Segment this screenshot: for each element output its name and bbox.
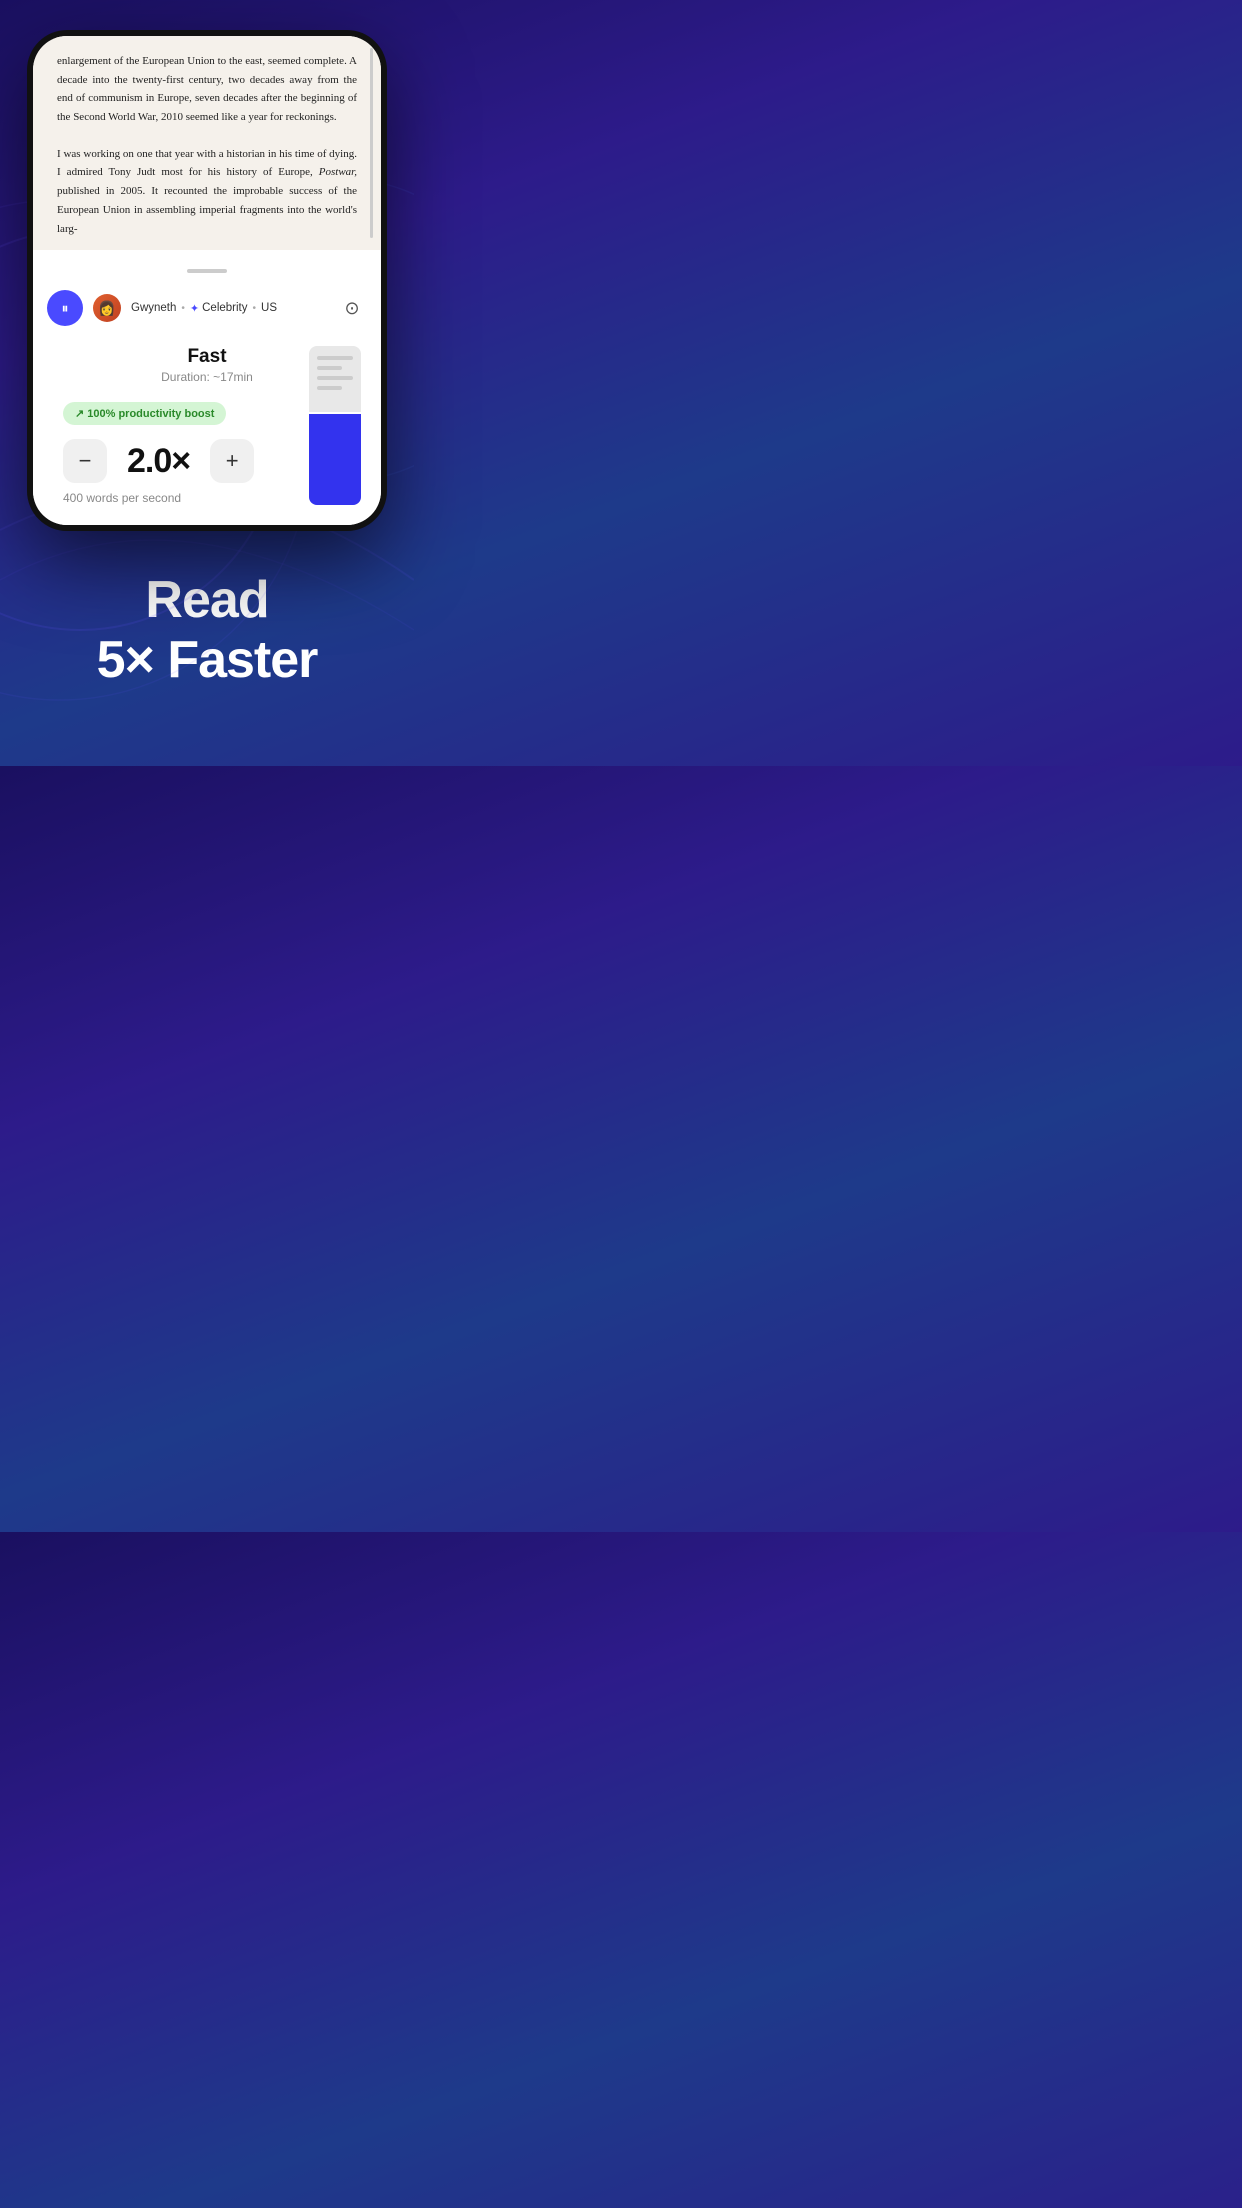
drag-handle-bar (187, 269, 227, 273)
sparkle-icon: ✦ (190, 302, 199, 315)
slider-line-2 (317, 366, 342, 370)
speed-control-panel: Fast Duration: ~17min ↗ 100% productivit… (33, 336, 381, 525)
slider-line-4 (317, 386, 342, 390)
speed-adjuster: − 2.0× + (63, 439, 254, 483)
voice-avatar-emoji: 👩 (98, 300, 115, 317)
voice-avatar: 👩 (93, 294, 121, 322)
celebrity-label: Celebrity (202, 302, 247, 314)
productivity-text: ↗ 100% productivity boost (75, 407, 214, 420)
tagline-line-2: 5× Faster (97, 631, 318, 689)
words-per-second-label: 400 words per second (63, 491, 181, 505)
speed-slider[interactable] (309, 346, 361, 505)
celebrity-badge: ✦ Celebrity (190, 302, 248, 315)
playback-bar: ⏸ 👩 Gwyneth • ✦ Celebrity • US ⊙ (33, 284, 381, 336)
book-content-area: enlargement of the European Union to the… (33, 36, 381, 250)
airplay-icon: ⊙ (344, 298, 359, 319)
slider-lower-track (309, 414, 361, 505)
airplay-button[interactable]: ⊙ (337, 293, 367, 323)
drag-handle[interactable] (33, 250, 381, 284)
slider-line-3 (317, 376, 353, 380)
book-paragraph-1: enlargement of the European Union to the… (57, 52, 357, 127)
book-scrollbar (370, 48, 373, 238)
phone-frame: enlargement of the European Union to the… (27, 30, 387, 531)
voice-name: Gwyneth (131, 302, 176, 314)
tagline-line-1: Read (145, 571, 268, 629)
phone-screen: enlargement of the European Union to the… (33, 36, 381, 525)
speed-duration-label: Duration: ~17min (161, 370, 253, 384)
productivity-badge: ↗ 100% productivity boost (63, 402, 226, 425)
increase-speed-button[interactable]: + (210, 439, 254, 483)
tagline-section: Read 5× Faster (0, 531, 414, 741)
separator-1: • (181, 303, 185, 314)
speed-value-display: 2.0× (127, 442, 190, 481)
separator-2: • (253, 303, 257, 314)
playback-info: Gwyneth • ✦ Celebrity • US (131, 302, 327, 315)
decrease-speed-button[interactable]: − (63, 439, 107, 483)
play-pause-button[interactable]: ⏸ (47, 290, 83, 326)
region-label: US (261, 302, 277, 314)
speed-name-label: Fast (187, 346, 226, 368)
book-paragraph-2: I was working on one that year with a hi… (57, 145, 357, 238)
slider-line-1 (317, 356, 353, 360)
tagline-text: Read 5× Faster (30, 571, 384, 691)
slider-upper-track (309, 346, 361, 412)
pause-icon: ⏸ (62, 300, 69, 317)
